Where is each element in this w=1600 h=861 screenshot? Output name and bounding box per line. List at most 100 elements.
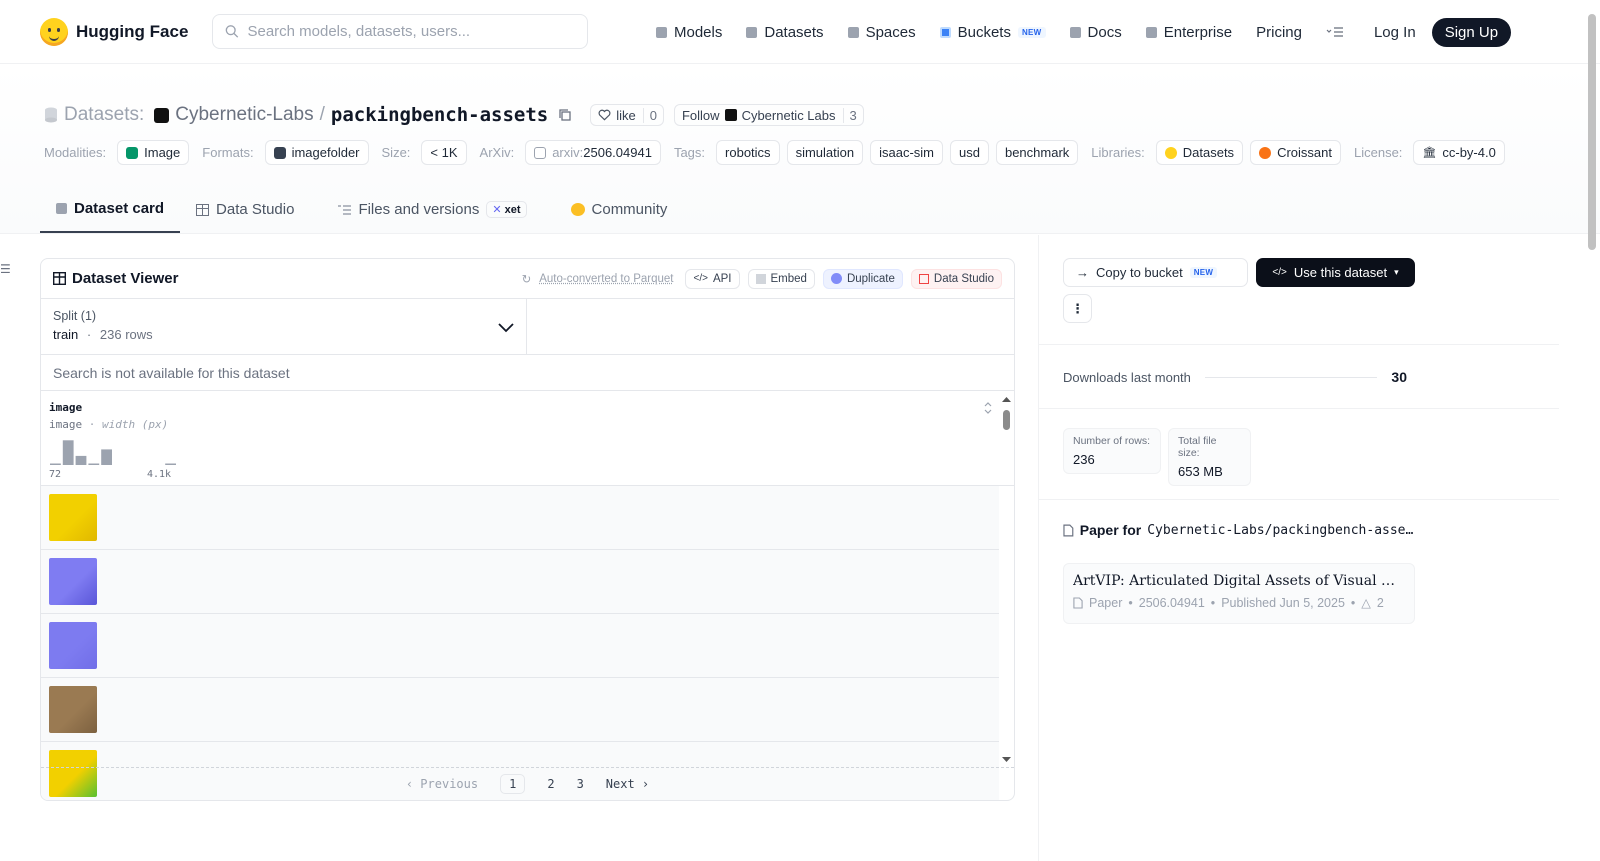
data-studio-label: Data Studio	[933, 272, 994, 285]
meta-dot: •	[1350, 595, 1356, 610]
global-search[interactable]	[212, 14, 589, 49]
histogram-range: 72 4.1k	[49, 469, 177, 480]
like-button[interactable]: like 0	[590, 104, 664, 126]
histogram-bar[interactable]	[62, 440, 74, 465]
tag-usd[interactable]: usd	[950, 140, 989, 165]
file-size-value: 653 MB	[1178, 464, 1223, 479]
size-tag[interactable]: < 1K	[421, 140, 467, 165]
column-type: image · width (px)	[49, 418, 1006, 431]
table-row[interactable]	[41, 486, 999, 550]
home-logo[interactable]: Hugging Face	[40, 17, 189, 46]
table-icon	[196, 203, 210, 216]
table-row[interactable]	[41, 678, 999, 742]
library-datasets[interactable]: Datasets	[1155, 140, 1244, 165]
nav-buckets[interactable]: Buckets NEW	[939, 24, 1046, 41]
nav-models[interactable]: Models	[656, 24, 722, 41]
sort-icon[interactable]	[983, 401, 993, 415]
use-this-dataset-button[interactable]: </> Use this dataset ▾	[1256, 258, 1415, 287]
histogram-bar[interactable]	[88, 463, 100, 466]
split-rows: 236 rows	[99, 327, 153, 342]
histogram-bar[interactable]	[101, 449, 112, 465]
tag-label: imagefolder	[291, 145, 360, 160]
repo-owner-link[interactable]: Cybernetic-Labs	[175, 104, 313, 126]
toc-toggle-icon[interactable]: ☰	[0, 262, 11, 276]
next-page-button[interactable]: Next ›	[606, 777, 649, 791]
nav-datasets[interactable]: Datasets	[746, 23, 824, 41]
license-tag[interactable]: 🏛 cc-by-4.0	[1413, 140, 1505, 165]
tag-simulation[interactable]: simulation	[786, 140, 864, 165]
copy-to-bucket-button[interactable]: → Copy to bucket NEW	[1063, 258, 1248, 287]
pagination: ‹ Previous 1 2 3 Next ›	[41, 767, 1014, 800]
folder-icon	[273, 146, 286, 159]
viewer-scrollbar[interactable]	[999, 392, 1014, 767]
copy-to-bucket-label: Copy to bucket	[1096, 265, 1183, 280]
duplicate-button[interactable]: Duplicate	[822, 268, 903, 289]
page-1-button[interactable]: 1	[500, 774, 526, 794]
nav-pricing[interactable]: Pricing	[1256, 24, 1302, 41]
histogram-bar[interactable]	[75, 455, 87, 465]
nav-label: Enterprise	[1163, 23, 1233, 41]
histogram-bar[interactable]	[165, 463, 176, 466]
format-tag[interactable]: imagefolder	[264, 140, 369, 165]
use-this-dataset-label: Use this dataset	[1293, 265, 1388, 280]
tab-community[interactable]: Community	[555, 200, 684, 233]
data-studio-button[interactable]: Data Studio	[910, 268, 1002, 289]
repo-metadata: Modalities: Image Formats: imagefolder S…	[44, 140, 1556, 165]
follow-button[interactable]: Follow Cybernetic Labs 3	[673, 104, 864, 126]
image-thumbnail[interactable]	[49, 558, 97, 605]
nav-spaces[interactable]: Spaces	[847, 24, 916, 41]
nav-docs[interactable]: Docs	[1069, 24, 1122, 41]
copy-icon[interactable]	[558, 108, 572, 122]
nav-label: Datasets	[764, 23, 824, 41]
rows-value: 236	[1073, 452, 1095, 467]
repo-name[interactable]: packingbench-assets	[331, 104, 548, 126]
file-size-label: Total file size:	[1178, 435, 1217, 459]
nav-enterprise[interactable]: Enterprise	[1145, 23, 1233, 41]
xet-label: xet	[504, 204, 521, 216]
search-input[interactable]	[247, 23, 576, 40]
tab-dataset-card[interactable]: Dataset card	[40, 200, 181, 233]
tag-robotics[interactable]: robotics	[716, 140, 780, 165]
paper-card[interactable]: ArtVIP: Articulated Digital Assets of Vi…	[1063, 563, 1415, 624]
chevron-down-icon	[498, 323, 514, 333]
column-stat: width (px)	[102, 418, 169, 431]
table-row[interactable]	[41, 550, 999, 614]
modality-tag[interactable]: Image	[117, 140, 190, 165]
signup-button[interactable]: Sign Up	[1431, 17, 1512, 47]
arrow-right-icon: →	[1076, 265, 1089, 280]
more-menu-button[interactable]	[1326, 26, 1344, 38]
page-2-button[interactable]: 2	[547, 777, 554, 791]
api-button[interactable]: </> API	[685, 268, 740, 289]
more-options-button[interactable]: ⋮	[1063, 294, 1092, 323]
paper-title[interactable]: ArtVIP: Articulated Digital Assets of Vi…	[1073, 573, 1405, 589]
histogram-bar[interactable]	[50, 463, 61, 466]
viewer-header: Dataset Viewer ↻ Auto-converted to Parqu…	[41, 259, 1014, 299]
library-croissant[interactable]: Croissant	[1250, 140, 1341, 165]
sidebar-divider	[1039, 408, 1559, 409]
tags-label: Tags:	[673, 145, 706, 160]
api-label: API	[712, 272, 732, 285]
table-row[interactable]	[41, 614, 999, 678]
embed-button[interactable]: Embed	[747, 268, 815, 289]
duplicate-icon	[830, 273, 842, 284]
hist-max-label: 4.1k	[147, 469, 172, 480]
tab-files-and-versions[interactable]: Files and versions ✕ xet	[322, 200, 542, 233]
arxiv-tag[interactable]: arxiv: 2506.04941	[525, 140, 661, 165]
tag-benchmark[interactable]: benchmark	[995, 140, 1079, 165]
follow-label: Follow	[681, 107, 720, 123]
page-scrollbar[interactable]	[1588, 14, 1596, 250]
page-3-button[interactable]: 3	[577, 777, 584, 791]
image-thumbnail[interactable]	[49, 622, 97, 669]
image-thumbnail[interactable]	[49, 686, 97, 733]
split-value: train · 236 rows	[53, 327, 514, 342]
previous-page-button[interactable]: ‹ Previous	[406, 777, 478, 791]
login-link[interactable]: Log In	[1374, 24, 1416, 41]
repo-type-label[interactable]: Datasets:	[64, 104, 144, 126]
tag-isaac-sim[interactable]: isaac-sim	[870, 140, 943, 165]
auto-converted-link[interactable]: Auto-converted to Parquet	[539, 273, 673, 285]
brand-name: Hugging Face	[76, 21, 189, 41]
width-histogram[interactable]	[49, 439, 177, 465]
tab-data-studio[interactable]: Data Studio	[180, 200, 310, 233]
image-thumbnail[interactable]	[49, 494, 97, 541]
split-selector[interactable]: Split (1) train · 236 rows	[41, 299, 527, 354]
